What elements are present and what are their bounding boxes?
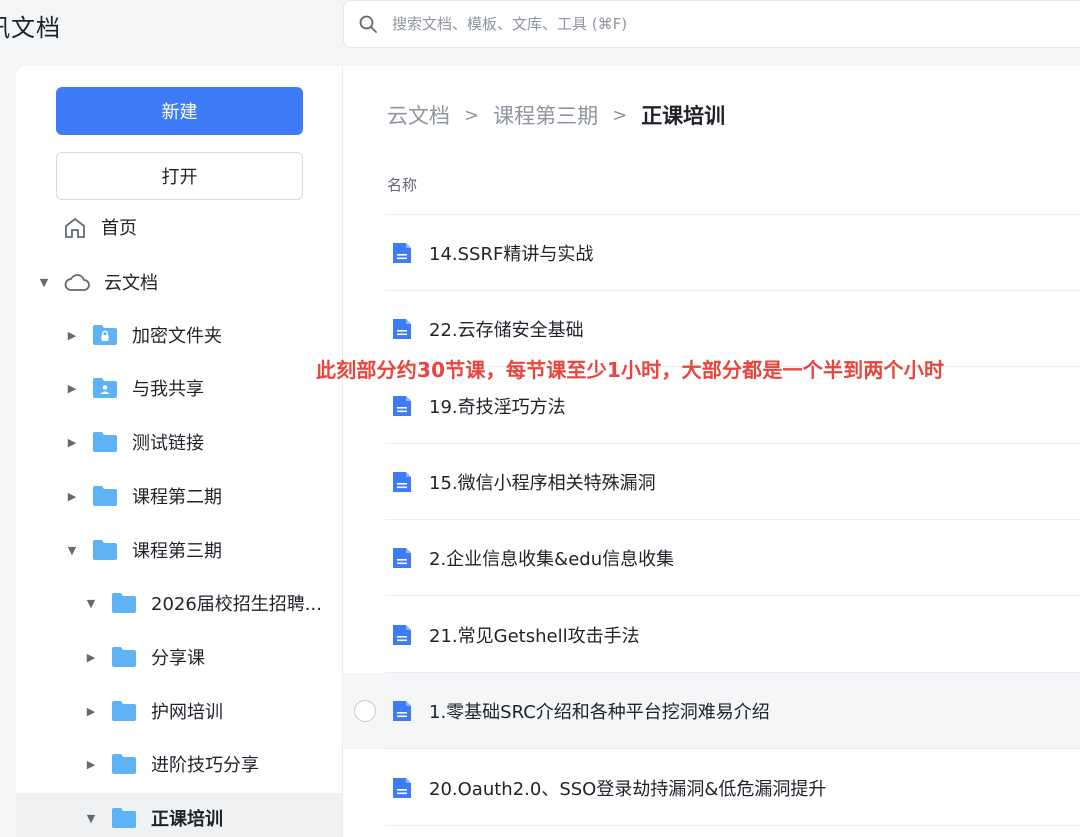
sidebar-item-label: 正课培训	[151, 809, 223, 830]
sidebar-item-label: 2026届校招生招聘...	[151, 594, 322, 615]
cloud-icon	[64, 274, 90, 291]
file-name[interactable]: 21.常见Getshell攻击手法	[429, 622, 640, 648]
sidebar-item-shared-with-me[interactable]: ▶ 与我共享	[16, 363, 342, 413]
caret-right-icon[interactable]: ▶	[66, 490, 78, 503]
doc-icon	[393, 396, 411, 416]
sidebar-item-hw-training[interactable]: ▶ 护网培训	[16, 686, 342, 736]
folder-icon	[93, 486, 117, 506]
file-row[interactable]: 2.企业信息收集&edu信息收集	[343, 520, 1080, 596]
sidebar-item-course-phase-3[interactable]: ▼ 课程第三期	[16, 525, 342, 575]
app-title: 讯文档	[0, 14, 61, 42]
caret-down-icon[interactable]: ▼	[38, 276, 50, 289]
folder-icon	[93, 432, 117, 452]
search-box[interactable]	[343, 0, 1080, 48]
breadcrumb-item[interactable]: 课程第三期	[493, 100, 598, 130]
folder-icon	[112, 701, 136, 721]
file-name[interactable]: 19.奇技淫巧方法	[429, 393, 566, 419]
shared-folder-icon	[93, 378, 117, 398]
sidebar-item-label: 分享课	[151, 648, 205, 669]
file-name[interactable]: 1.零基础SRC介绍和各种平台挖洞难易介绍	[429, 698, 770, 724]
search-icon	[359, 15, 377, 33]
sidebar-item-label: 进阶技巧分享	[151, 755, 259, 776]
sidebar-item-label: 测试链接	[132, 433, 204, 454]
file-name[interactable]: 20.Oauth2.0、SSO登录劫持漏洞&低危漏洞提升	[429, 775, 826, 801]
caret-down-icon[interactable]: ▼	[66, 544, 78, 557]
caret-right-icon[interactable]: ▶	[66, 382, 78, 395]
breadcrumb-item[interactable]: 云文档	[387, 100, 450, 130]
file-name[interactable]: 2.企业信息收集&edu信息收集	[429, 545, 674, 571]
sidebar-item-label: 首页	[101, 218, 137, 239]
chevron-right-icon: >	[612, 104, 628, 126]
sidebar-item-label: 与我共享	[132, 379, 204, 400]
caret-right-icon[interactable]: ▶	[66, 329, 78, 342]
folder-icon	[112, 647, 136, 667]
breadcrumb: 云文档 > 课程第三期 > 正课培训	[387, 100, 725, 130]
doc-icon	[393, 243, 411, 263]
sidebar-item-main-course[interactable]: ▼ 正课培训	[16, 793, 342, 837]
sidebar-item-course-phase-2[interactable]: ▶ 课程第二期	[16, 471, 342, 521]
file-row[interactable]: 1.零基础SRC介绍和各种平台挖洞难易介绍	[343, 673, 1080, 749]
sidebar-item-home[interactable]: 首页	[16, 218, 342, 240]
doc-icon	[393, 472, 411, 492]
file-row[interactable]: 21.常见Getshell攻击手法	[343, 597, 1080, 673]
select-radio[interactable]	[354, 700, 376, 722]
folder-icon	[93, 540, 117, 560]
home-icon	[65, 218, 85, 238]
caret-down-icon[interactable]: ▼	[85, 812, 97, 825]
sidebar-item-cloud-docs[interactable]: ▼ 云文档	[16, 257, 342, 307]
sidebar-item-label: 云文档	[104, 273, 158, 294]
lock-folder-icon	[93, 325, 117, 345]
sidebar-item-campus-recruit-2026[interactable]: ▼ 2026届校招生招聘...	[16, 578, 342, 628]
doc-icon	[393, 701, 411, 721]
caret-right-icon[interactable]: ▶	[85, 705, 97, 718]
sidebar-item-label: 课程第三期	[132, 541, 222, 562]
sidebar-item-sharing-class[interactable]: ▶ 分享课	[16, 632, 342, 682]
doc-icon	[393, 319, 411, 339]
folder-icon	[112, 593, 136, 613]
caret-down-icon[interactable]: ▼	[85, 597, 97, 610]
sidebar-item-label: 护网培训	[151, 702, 223, 723]
file-name[interactable]: 14.SSRF精讲与实战	[429, 240, 593, 266]
main-panel: 云文档 > 课程第三期 > 正课培训 名称 14.SSRF精讲与实战 22.云存…	[343, 66, 1080, 837]
doc-icon	[393, 625, 411, 645]
file-row[interactable]: 20.Oauth2.0、SSO登录劫持漏洞&低危漏洞提升	[343, 750, 1080, 826]
new-button[interactable]: 新建	[56, 87, 303, 135]
sidebar-item-encrypted-folder[interactable]: ▶ 加密文件夹	[16, 310, 342, 360]
file-name[interactable]: 22.云存储安全基础	[429, 316, 584, 342]
column-header-name[interactable]: 名称	[387, 174, 417, 195]
caret-right-icon[interactable]: ▶	[85, 758, 97, 771]
doc-icon	[393, 778, 411, 798]
file-name[interactable]: 15.微信小程序相关特殊漏洞	[429, 469, 656, 495]
folder-icon	[112, 754, 136, 774]
file-row[interactable]: 14.SSRF精讲与实战	[343, 215, 1080, 291]
caret-right-icon[interactable]: ▶	[66, 436, 78, 449]
folder-icon	[112, 808, 136, 828]
caret-right-icon[interactable]: ▶	[85, 651, 97, 664]
sidebar: 新建 打开 首页 ▼ 云文档 ▶ 加密文件夹 ▶ 与我共享 ▶ 测试链接 ▶ 课…	[16, 66, 343, 837]
breadcrumb-current: 正课培训	[641, 104, 726, 128]
sidebar-item-advanced-tips[interactable]: ▶ 进阶技巧分享	[16, 739, 342, 789]
chevron-right-icon: >	[464, 104, 480, 126]
search-input[interactable]	[392, 15, 992, 33]
doc-icon	[393, 548, 411, 568]
open-button[interactable]: 打开	[56, 152, 303, 200]
sidebar-item-label: 加密文件夹	[132, 326, 222, 347]
file-row[interactable]: 15.微信小程序相关特殊漏洞	[343, 444, 1080, 520]
sidebar-item-test-links[interactable]: ▶ 测试链接	[16, 417, 342, 467]
sidebar-item-label: 课程第二期	[132, 487, 222, 508]
annotation-text: 此刻部分约30节课，每节课至少1小时，大部分都是一个半到两个小时	[316, 358, 945, 382]
